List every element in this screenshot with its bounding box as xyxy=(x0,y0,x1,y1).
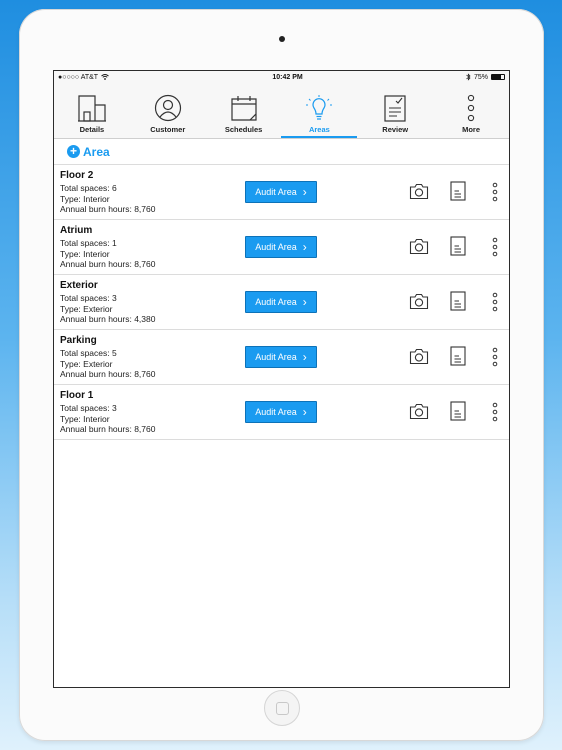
battery-icon xyxy=(490,74,505,80)
audit-area-label: Audit Area xyxy=(255,187,297,197)
add-area-button[interactable]: + Area xyxy=(54,139,509,165)
area-name: Exterior xyxy=(60,280,98,291)
area-row: Atrium Total spaces: 1 Type: Interior An… xyxy=(54,220,509,275)
tab-label: More xyxy=(462,125,481,134)
tab-label: Customer xyxy=(150,125,186,134)
more-dots-icon xyxy=(467,94,475,122)
area-name: Atrium xyxy=(60,225,93,236)
home-button[interactable] xyxy=(264,690,300,726)
audit-area-label: Audit Area xyxy=(255,407,297,417)
audit-area-label: Audit Area xyxy=(255,352,297,362)
document-icon[interactable] xyxy=(450,236,466,256)
area-row: Floor 2 Total spaces: 6 Type: Interior A… xyxy=(54,165,509,220)
add-area-label: Area xyxy=(83,144,110,159)
area-burn-hours: Annual burn hours: 8,760 xyxy=(60,424,156,434)
home-square-icon xyxy=(275,701,289,715)
area-name: Parking xyxy=(60,335,97,346)
clock: 10:42 PM xyxy=(272,73,303,81)
audit-area-label: Audit Area xyxy=(255,242,297,252)
wifi-icon xyxy=(101,74,109,80)
lightbulb-icon xyxy=(306,95,333,120)
tab-customer[interactable]: Customer xyxy=(130,83,206,138)
document-icon[interactable] xyxy=(450,346,466,366)
buildings-icon xyxy=(77,95,106,122)
audit-area-button[interactable]: Audit Area › xyxy=(245,181,317,203)
audit-area-button[interactable]: Audit Area › xyxy=(245,236,317,258)
audit-area-button[interactable]: Audit Area › xyxy=(245,346,317,368)
document-icon[interactable] xyxy=(450,181,466,201)
front-camera xyxy=(279,36,285,42)
more-vertical-icon[interactable] xyxy=(492,237,498,257)
tab-label: Areas xyxy=(308,125,330,134)
more-vertical-icon[interactable] xyxy=(492,182,498,202)
area-burn-hours: Annual burn hours: 8,760 xyxy=(60,259,156,269)
tab-review[interactable]: Review xyxy=(357,83,433,138)
tab-label: Details xyxy=(79,125,105,134)
audit-area-button[interactable]: Audit Area › xyxy=(245,401,317,423)
more-vertical-icon[interactable] xyxy=(492,292,498,312)
tab-label: Schedules xyxy=(224,125,263,134)
area-row: Floor 1 Total spaces: 3 Type: Interior A… xyxy=(54,385,509,440)
area-row: Exterior Total spaces: 3 Type: Exterior … xyxy=(54,275,509,330)
camera-icon[interactable] xyxy=(409,183,429,200)
tab-areas[interactable]: Areas xyxy=(281,83,358,138)
chevron-right-icon: › xyxy=(302,185,307,199)
battery-percent: 75% xyxy=(473,73,488,81)
chevron-right-icon: › xyxy=(302,350,307,364)
calendar-icon xyxy=(230,96,257,121)
area-list: Floor 2 Total spaces: 6 Type: Interior A… xyxy=(54,165,509,440)
audit-area-label: Audit Area xyxy=(255,297,297,307)
tab-schedules[interactable]: Schedules xyxy=(206,83,282,138)
tab-details[interactable]: Details xyxy=(54,83,130,138)
camera-icon[interactable] xyxy=(409,293,429,310)
area-row: Parking Total spaces: 5 Type: Exterior A… xyxy=(54,330,509,385)
status-bar: ●○○○○ AT&T 10:42 PM 75% xyxy=(54,71,509,83)
area-burn-hours: Annual burn hours: 8,760 xyxy=(60,204,156,214)
clipboard-check-icon xyxy=(384,95,406,122)
app-screen: ●○○○○ AT&T 10:42 PM 75% Details Customer… xyxy=(53,70,510,688)
chevron-right-icon: › xyxy=(302,240,307,254)
user-circle-icon xyxy=(154,94,181,122)
tab-bar: Details Customer Schedules Areas Review … xyxy=(54,83,509,139)
tab-more[interactable]: More xyxy=(433,83,509,138)
camera-icon[interactable] xyxy=(409,403,429,420)
area-name: Floor 2 xyxy=(60,170,94,181)
chevron-right-icon: › xyxy=(302,295,307,309)
area-burn-hours: Annual burn hours: 8,760 xyxy=(60,369,156,379)
area-name: Floor 1 xyxy=(60,390,94,401)
tablet-frame: ●○○○○ AT&T 10:42 PM 75% Details Customer… xyxy=(19,9,544,741)
camera-icon[interactable] xyxy=(409,348,429,365)
more-vertical-icon[interactable] xyxy=(492,402,498,422)
more-vertical-icon[interactable] xyxy=(492,347,498,367)
chevron-right-icon: › xyxy=(302,405,307,419)
bluetooth-icon xyxy=(466,73,471,81)
plus-circle-icon: + xyxy=(67,145,80,158)
audit-area-button[interactable]: Audit Area › xyxy=(245,291,317,313)
camera-icon[interactable] xyxy=(409,238,429,255)
area-burn-hours: Annual burn hours: 4,380 xyxy=(60,314,156,324)
tab-label: Review xyxy=(382,125,409,134)
document-icon[interactable] xyxy=(450,291,466,311)
carrier-label: ●○○○○ AT&T xyxy=(58,73,99,81)
document-icon[interactable] xyxy=(450,401,466,421)
